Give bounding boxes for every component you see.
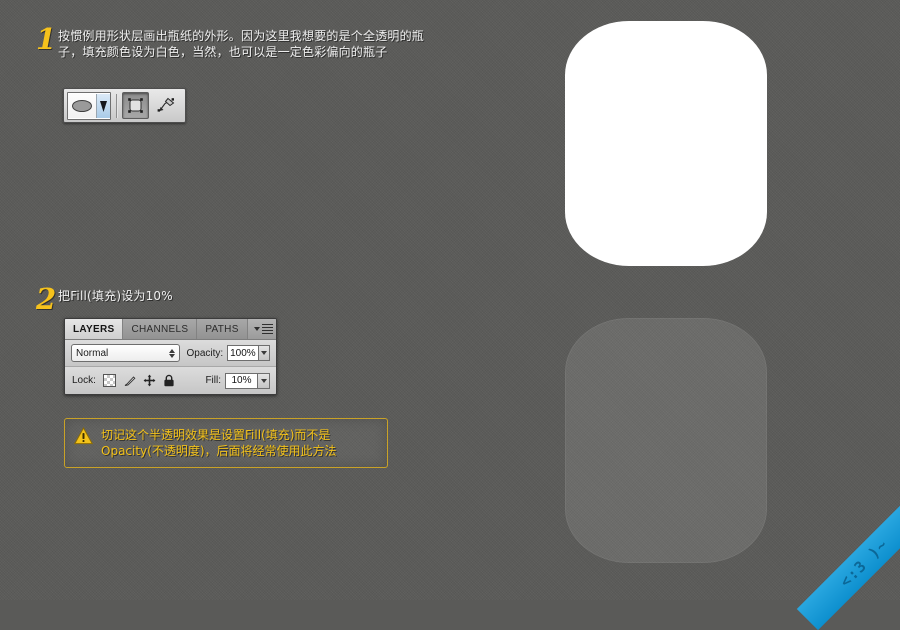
blend-mode-select[interactable]: Normal [71,344,180,362]
bottle-label-faded-shape [565,318,767,563]
fill-dropdown-icon[interactable] [258,372,270,389]
ellipse-shape-icon[interactable] [68,93,96,118]
step-1-header: 1 按惯例用形状层画出瓶纸的外形。因为这里我想要的是个全透明的瓶子，填充颜色设为… [36,22,436,60]
layers-panel-tabs[interactable]: LAYERS CHANNELS PATHS [65,319,276,340]
tab-layers[interactable]: LAYERS [65,319,124,339]
fill-input[interactable]: 10% [225,372,258,389]
shape-layer-icon[interactable] [122,92,149,119]
shape-tool-well[interactable] [67,91,111,120]
bottle-label-white-shape [565,21,767,266]
panel-menu-triangle-icon [253,327,260,331]
triangle-down-icon[interactable] [96,93,110,118]
lock-icon-group[interactable] [102,374,175,387]
step-2-number: 2 [36,282,57,316]
lock-all-icon[interactable] [163,374,175,387]
step-2-block: 2 把Fill(填充)设为10% [36,282,436,316]
note-text: 切记这个半透明效果是设置Fill(填充)而不是Opacity(不透明度)，后面将… [101,428,337,458]
blend-opacity-row[interactable]: Normal Opacity: 100% [65,340,276,367]
fill-label: Fill: [205,375,221,386]
paths-pen-icon[interactable] [152,92,179,119]
opacity-input[interactable]: 100% [227,345,259,361]
step-1-number: 1 [36,22,57,56]
step-1-block: 1 按惯例用形状层画出瓶纸的外形。因为这里我想要的是个全透明的瓶子，填充颜色设为… [36,22,436,60]
tab-paths[interactable]: PATHS [197,319,248,339]
lock-transparent-pixels-icon[interactable] [102,374,116,387]
lock-fill-row[interactable]: Lock: Fill: 10% [65,367,276,394]
panel-menu-icon[interactable] [248,319,276,339]
blend-mode-spinner-icon[interactable] [168,348,175,358]
step-1-text: 按惯例用形状层画出瓶纸的外形。因为这里我想要的是个全透明的瓶子，填充颜色设为白色… [58,29,425,59]
step-2-text: 把Fill(填充)设为10% [58,289,173,303]
blend-mode-value: Normal [76,347,109,359]
note-callout: 切记这个半透明效果是设置Fill(填充)而不是Opacity(不透明度)，后面将… [64,418,388,468]
panel-menu-lines-icon [261,324,273,334]
tab-channels[interactable]: CHANNELS [123,319,198,339]
lock-position-icon[interactable] [143,374,156,387]
shape-tool-group[interactable] [67,91,111,120]
options-bar-divider [116,93,117,118]
step-2-header: 2 把Fill(填充)设为10% [36,282,436,316]
photoshop-options-bar[interactable] [63,88,186,123]
layers-panel[interactable]: LAYERS CHANNELS PATHS Normal Opacity: 10… [64,318,277,395]
fill-control-group[interactable]: Fill: 10% [198,372,270,389]
opacity-dropdown-icon[interactable] [258,345,271,361]
lock-image-pixels-icon[interactable] [123,374,136,387]
opacity-label: Opacity: [186,347,224,359]
path-mode-group[interactable] [122,92,182,119]
lock-label: Lock: [72,375,96,386]
warning-triangle-icon [73,426,94,450]
